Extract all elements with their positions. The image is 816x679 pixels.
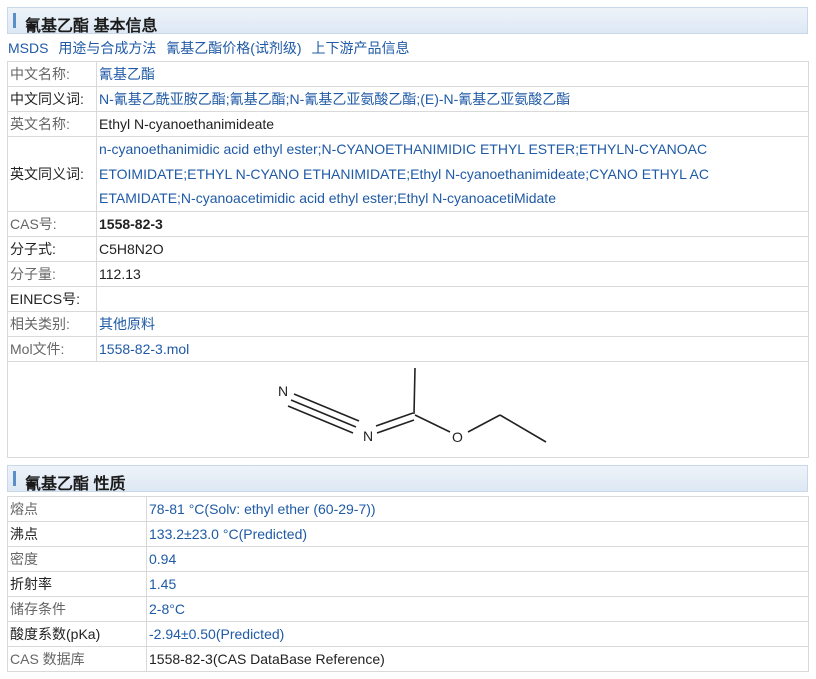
mw-label: 分子量: xyxy=(7,260,97,287)
cas-database-link[interactable]: 1558-82-3(CAS DataBase Reference) xyxy=(146,646,809,672)
table-row: 折射率 1.45 xyxy=(7,571,809,597)
formula-label: 分子式: xyxy=(7,235,97,262)
structure-cell: N N O xyxy=(7,360,809,458)
cn-triple-bond-1 xyxy=(290,398,357,428)
atom-label-o: O xyxy=(452,429,463,445)
table-row: 储存条件 2-8°C xyxy=(7,596,809,622)
cn-name-label: 中文名称: xyxy=(7,61,97,87)
cn-synonyms-label: 中文同义词: xyxy=(7,86,97,112)
en-synonyms-line: ETOIMIDATE;ETHYL N-CYANO ETHANIMIDATE;Et… xyxy=(99,165,709,182)
cas-label: CAS号: xyxy=(7,210,97,237)
pka-label: 酸度系数(pKa) xyxy=(7,621,147,647)
table-row: 密度 0.94 xyxy=(7,546,809,572)
table-row: 英文同义词: n-cyanoethanimidic acid ethyl est… xyxy=(7,136,809,212)
structure-diagram: N N O xyxy=(278,367,547,445)
category-value[interactable]: 其他原料 xyxy=(96,310,809,337)
upstream-downstream-link[interactable]: 上下游产品信息 xyxy=(311,40,409,56)
basic-info-table: 中文名称: 氰基乙酯 中文同义词: N-氰基乙酰亚胺乙酯;氰基乙酯;N-氰基乙亚… xyxy=(7,61,809,458)
mol-file-link[interactable]: 1558-82-3.mol xyxy=(96,335,809,362)
cn-triple-bond-2 xyxy=(293,392,360,422)
density-label: 密度 xyxy=(7,546,147,572)
header-accent-bar xyxy=(13,13,16,28)
properties-table: 熔点 78-81 °C(Solv: ethyl ether (60-29-7))… xyxy=(7,496,809,672)
properties-header: 氰基乙酯 性质 xyxy=(7,465,808,493)
table-row: 熔点 78-81 °C(Solv: ethyl ether (60-29-7)) xyxy=(7,496,809,522)
table-row: 中文同义词: N-氰基乙酰亚胺乙酯;氰基乙酯;N-氰基乙亚氨酸乙酯;(E)-N-… xyxy=(7,86,809,112)
cn-synonyms-value[interactable]: N-氰基乙酰亚胺乙酯;氰基乙酯;N-氰基乙亚氨酸乙酯;(E)-N-氰基乙亚氨酸乙… xyxy=(96,86,809,112)
einecs-label: EINECS号: xyxy=(7,285,97,312)
table-row: 相关类别: 其他原料 xyxy=(7,310,809,337)
storage-value: 2-8°C xyxy=(146,596,809,622)
en-synonyms-line: n-cyanoethanimidic acid ethyl ester;N-CY… xyxy=(99,141,708,157)
cn-single-bond xyxy=(375,411,414,427)
table-row: Mol文件: 1558-82-3.mol xyxy=(7,335,809,362)
table-row: 沸点 133.2±23.0 °C(Predicted) xyxy=(7,521,809,547)
category-label: 相关类别: xyxy=(7,310,97,337)
header-accent-bar xyxy=(13,471,16,486)
msds-link[interactable]: MSDS xyxy=(8,40,48,56)
formula-value: C5H8N2O xyxy=(96,235,809,262)
atom-label-n-imine: N xyxy=(363,428,373,444)
boiling-point-label: 沸点 xyxy=(7,521,147,547)
double-bond-upper xyxy=(376,418,415,434)
methyl-bond xyxy=(413,367,416,414)
refractive-index-value: 1.45 xyxy=(146,571,809,597)
table-row: 英文名称: Ethyl N-cyanoethanimideate xyxy=(7,111,809,137)
cn-name-value[interactable]: 氰基乙酯 xyxy=(96,61,809,87)
atom-label-n-nitrile: N xyxy=(278,383,288,399)
en-synonyms-value[interactable]: n-cyanoethanimidic acid ethyl ester;N-CY… xyxy=(96,136,809,212)
en-name-label: 英文名称: xyxy=(7,111,97,137)
cas-value: 1558-82-3 xyxy=(96,210,809,237)
price-link[interactable]: 氰基乙酯价格(试剂级) xyxy=(166,40,301,56)
usage-synthesis-link[interactable]: 用途与合成方法 xyxy=(58,40,156,56)
link-row: MSDS 用途与合成方法 氰基乙酯价格(试剂级) 上下游产品信息 xyxy=(8,38,415,58)
table-row: CAS号: 1558-82-3 xyxy=(7,210,809,237)
ethyl-bond xyxy=(499,413,547,443)
melting-point-label: 熔点 xyxy=(7,496,147,522)
en-name-value: Ethyl N-cyanoethanimideate xyxy=(96,111,809,137)
cn-triple-bond-3 xyxy=(287,404,354,434)
density-value: 0.94 xyxy=(146,546,809,572)
c-o-bond xyxy=(414,413,451,433)
basic-info-header: 氰基乙酯 基本信息 xyxy=(7,7,808,35)
table-row: 分子式: C5H8N2O xyxy=(7,235,809,262)
boiling-point-value: 133.2±23.0 °C(Predicted) xyxy=(146,521,809,547)
table-row: EINECS号: xyxy=(7,285,809,312)
properties-title: 氰基乙酯 性质 xyxy=(25,476,126,493)
melting-point-value: 78-81 °C(Solv: ethyl ether (60-29-7)) xyxy=(146,496,809,522)
refractive-index-label: 折射率 xyxy=(7,571,147,597)
mol-label: Mol文件: xyxy=(7,335,97,362)
einecs-value xyxy=(96,285,809,312)
cas-database-label: CAS 数据库 xyxy=(7,646,147,672)
pka-value: -2.94±0.50(Predicted) xyxy=(146,621,809,647)
table-row: 酸度系数(pKa) -2.94±0.50(Predicted) xyxy=(7,621,809,647)
table-row: N N O xyxy=(7,360,809,458)
table-row: 分子量: 112.13 xyxy=(7,260,809,287)
en-synonyms-label: 英文同义词: xyxy=(7,136,97,212)
table-row: 中文名称: 氰基乙酯 xyxy=(7,61,809,87)
table-row: CAS 数据库 1558-82-3(CAS DataBase Reference… xyxy=(7,646,809,672)
storage-label: 储存条件 xyxy=(7,596,147,622)
basic-info-title: 氰基乙酯 基本信息 xyxy=(25,18,158,35)
en-synonyms-line: ETAMIDATE;N-cyanoacetimidic acid ethyl e… xyxy=(99,190,556,206)
mw-value: 112.13 xyxy=(96,260,809,287)
o-c-bond xyxy=(467,413,501,433)
